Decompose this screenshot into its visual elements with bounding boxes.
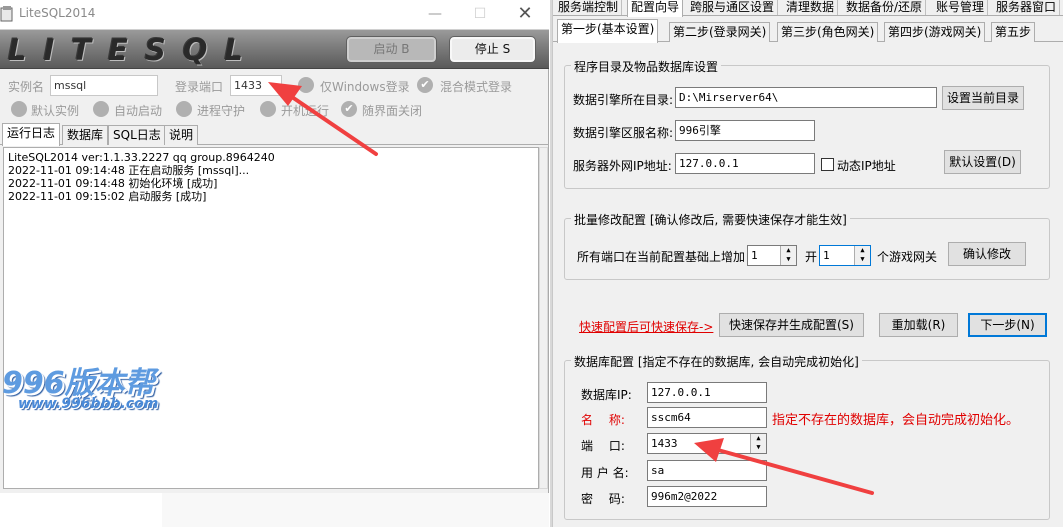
windows-login-radio[interactable] (298, 77, 314, 93)
spin-arrows-icon[interactable]: ▲ ▼ (854, 246, 870, 265)
spin-arrows-icon[interactable]: ▲ ▼ (750, 434, 766, 453)
gateway-count-stepper[interactable]: 1 ▲ ▼ (819, 245, 871, 266)
mixed-login-label: 混合模式登录 (440, 80, 513, 94)
maximize-icon[interactable]: ☐ (460, 3, 500, 25)
spin-arrows-icon[interactable]: ▲ ▼ (780, 246, 796, 265)
gateway-count-value: 1 (823, 249, 830, 262)
tab-database[interactable]: 数据库 (62, 125, 109, 145)
minimize-icon[interactable]: — (415, 3, 455, 25)
left-tab-bar: 运行日志 数据库 SQL日志 说明 (0, 123, 549, 146)
tab-readme[interactable]: 说明 (164, 125, 199, 145)
dynamic-ip-label: 动态IP地址 (837, 159, 896, 173)
next-step-button[interactable]: 下一步(N) (968, 313, 1047, 337)
log-line: 2022-11-01 09:14:48 初始化环境 [成功] (8, 177, 218, 190)
engine-dir-label: 数据引擎所在目录: (573, 93, 674, 107)
db-ip-input[interactable]: 127.0.0.1 (647, 382, 767, 403)
default-instance-radio[interactable] (11, 101, 27, 117)
batch-increase-stepper[interactable]: 1 ▲ ▼ (747, 245, 797, 266)
db-name-label: 名 称: (581, 413, 625, 427)
app-icon (0, 6, 13, 22)
tab-run-log[interactable]: 运行日志 (2, 123, 61, 146)
db-port-value: 1433 (651, 437, 678, 450)
watermark-logo: 996版本帮 www.996bbb.com (0, 358, 200, 418)
instance-input[interactable]: mssql (50, 75, 158, 96)
watermark-url: www.996bbb.com (18, 396, 159, 412)
db-pass-label: 密 码: (581, 492, 625, 506)
process-guard-label: 进程守护 (197, 104, 246, 118)
quick-save-button[interactable]: 快速保存并生成配置(S) (719, 313, 864, 337)
menu-clean-data[interactable]: 清理数据 (783, 0, 839, 15)
close-with-ui-label: 随界面关闭 (362, 104, 423, 118)
confirm-modify-button[interactable]: 确认修改 (948, 242, 1026, 266)
reload-button[interactable]: 重加载(R) (879, 313, 958, 337)
group-database: 数据库配置 [指定不存在的数据库, 会自动完成初始化] (564, 353, 1050, 520)
port-label: 登录端口 (175, 80, 224, 94)
engine-dir-input[interactable]: D:\Mirserver64\ (675, 87, 937, 108)
menu-account-manage[interactable]: 账号管理 (933, 0, 989, 15)
auto-start-radio[interactable] (93, 101, 109, 117)
instance-label: 实例名 (8, 80, 45, 94)
stop-button[interactable]: 停止 S (449, 36, 536, 63)
db-name-note: 指定不存在的数据库，会自动完成初始化。 (772, 413, 1020, 428)
group-title: 数据库配置 [指定不存在的数据库, 会自动完成初始化] (571, 353, 862, 370)
tab-step5[interactable]: 第五步 (991, 22, 1036, 42)
menu-server-control[interactable]: 服务端控制 (555, 0, 623, 15)
db-ip-label: 数据库IP: (581, 388, 632, 402)
ip-label: 服务器外网IP地址: (573, 159, 672, 173)
background-area (162, 493, 549, 527)
title-bar[interactable]: LiteSQL2014 — ☐ ✕ (0, 0, 549, 29)
default-instance-label: 默认实例 (31, 104, 80, 118)
tab-step1[interactable]: 第一步(基本设置) (557, 19, 659, 43)
batch-increase-value: 1 (751, 249, 758, 262)
gateway-label: 个游戏网关 (877, 250, 938, 264)
top-menu-bar: 服务端控制 配置向导 跨服与通区设置 清理数据 数据备份/还原 账号管理 服务器… (553, 0, 1063, 17)
db-user-label: 用 户 名: (581, 466, 629, 480)
group-title: 程序目录及物品数据库设置 (571, 58, 722, 75)
port-input[interactable]: 1433 (230, 75, 282, 96)
batch-increase-label: 所有端口在当前配置基础上增加 (577, 250, 746, 264)
logo-bar: LITESQL 启动 B 停止 S (0, 29, 549, 69)
db-port-label: 端 口: (581, 439, 625, 453)
window-title: LiteSQL2014 (19, 6, 96, 20)
dynamic-ip-checkbox[interactable] (821, 158, 834, 171)
log-line: 2022-11-01 09:14:48 正在启动服务 [mssql]... (8, 164, 250, 177)
step-tab-bar: 第一步(基本设置) 第二步(登录网关) 第三步(角色网关) 第四步(游戏网关) … (553, 19, 1063, 43)
db-name-input[interactable]: sscm64 (647, 407, 767, 428)
menu-backup-restore[interactable]: 数据备份/还原 (843, 0, 927, 15)
log-line: LiteSQL2014 ver:1.1.33.2227 qq group.896… (8, 151, 275, 164)
log-textarea[interactable]: LiteSQL2014 ver:1.1.33.2227 qq group.896… (3, 147, 539, 489)
close-icon[interactable]: ✕ (505, 3, 545, 25)
set-dir-button[interactable]: 设置当前目录 (942, 86, 1024, 110)
close-with-ui-check-icon[interactable]: ✔ (341, 101, 357, 117)
quick-config-link[interactable]: 快速配置后可快速保存-> (579, 318, 713, 335)
boot-run-label: 开机运行 (281, 104, 330, 118)
mixed-login-check-icon[interactable]: ✔ (417, 77, 433, 93)
process-guard-radio[interactable] (176, 101, 192, 117)
tab-step3[interactable]: 第三步(角色网关) (777, 22, 879, 42)
default-settings-button[interactable]: 默认设置(D) (944, 150, 1021, 174)
litesql-window: LiteSQL2014 — ☐ ✕ LITESQL 启动 B 停止 S 实例名 … (0, 0, 549, 493)
litesql-logo: LITESQL (8, 33, 260, 67)
menu-cross-server[interactable]: 跨服与通区设置 (687, 0, 779, 15)
db-pass-input[interactable]: 996m2@2022 (647, 486, 767, 507)
open-label: 开 (805, 250, 818, 264)
ip-input[interactable]: 127.0.0.1 (675, 153, 815, 174)
auto-start-label: 自动启动 (114, 104, 163, 118)
log-line: 2022-11-01 09:15:02 启动服务 [成功] (8, 190, 207, 203)
boot-run-radio[interactable] (260, 101, 276, 117)
engine-name-label: 数据引擎区服名称: (573, 126, 674, 140)
group-title: 批量修改配置 [确认修改后, 需要快速保存才能生效] (571, 211, 850, 228)
config-window: 服务端控制 配置向导 跨服与通区设置 清理数据 数据备份/还原 账号管理 服务器… (552, 0, 1063, 527)
tab-sql-log[interactable]: SQL日志 (108, 125, 166, 145)
menu-config-wizard[interactable]: 配置向导 (627, 0, 684, 17)
db-user-input[interactable]: sa (647, 460, 767, 481)
windows-login-label: 仅Windows登录 (320, 80, 410, 94)
engine-name-input[interactable]: 996引擎 (675, 120, 815, 141)
db-port-stepper[interactable]: 1433 ▲ ▼ (647, 433, 767, 454)
tab-step2[interactable]: 第二步(登录网关) (669, 22, 771, 42)
log-scrollbar[interactable] (539, 147, 548, 489)
start-button[interactable]: 启动 B (346, 36, 437, 63)
tab-step4[interactable]: 第四步(游戏网关) (884, 22, 986, 42)
menu-server-window[interactable]: 服务器窗口 (993, 0, 1061, 15)
